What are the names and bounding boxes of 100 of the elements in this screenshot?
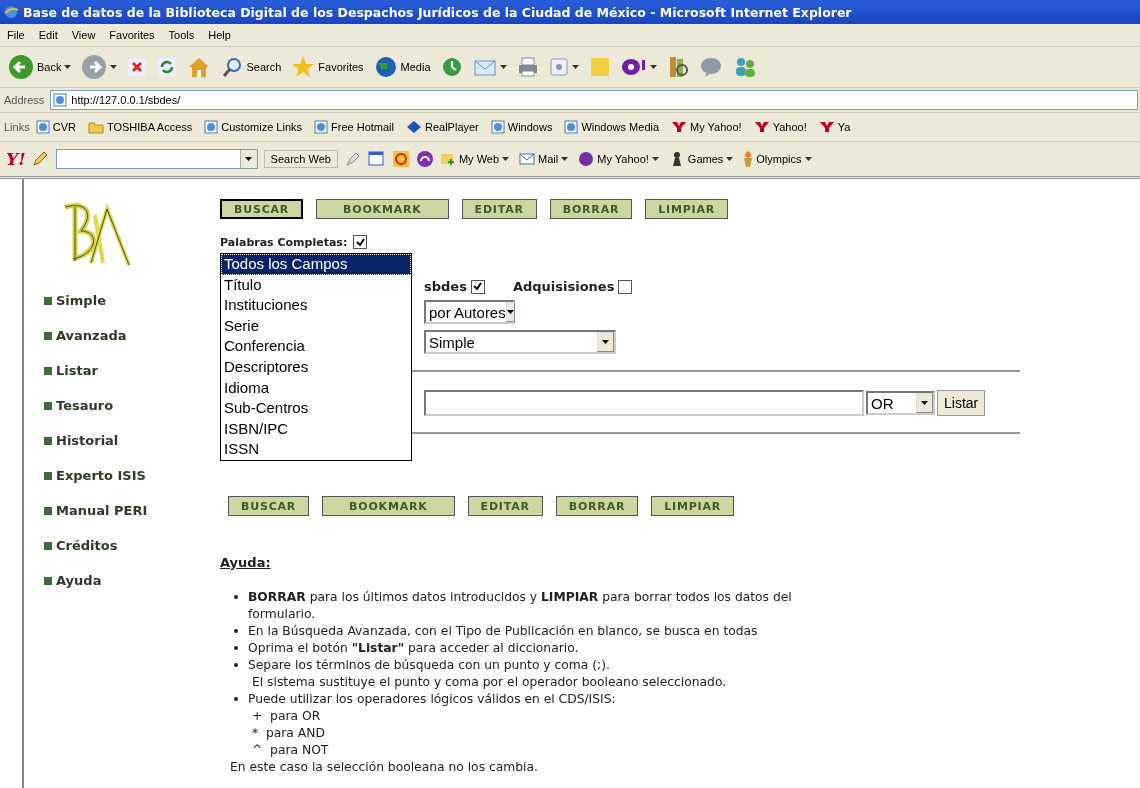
- link[interactable]: Yahoo!: [753, 121, 813, 133]
- form-button[interactable]: BUSCAR: [228, 496, 310, 516]
- toolbar-button[interactable]: Search: [217, 54, 286, 80]
- torch-icon: [743, 151, 754, 167]
- dropdown-option[interactable]: Todos los Campos: [221, 254, 411, 275]
- search-icon: [221, 56, 244, 78]
- bullet-icon: [234, 697, 238, 701]
- link[interactable]: TOSHIBA Access: [87, 120, 199, 134]
- help-text: En la Búsqueda Avanzada, con el Tipo de Publicación en blanco, se busca en todas: [248, 623, 759, 640]
- form-button[interactable]: LIMPIAR: [645, 199, 728, 219]
- page-icon: [564, 120, 579, 134]
- menu-item[interactable]: Tools: [161, 29, 202, 41]
- dropdown-option[interactable]: Conferencia: [221, 336, 411, 357]
- nav-link[interactable]: Créditos: [44, 536, 220, 555]
- dropdown-option[interactable]: Título: [221, 274, 411, 296]
- caret-icon: [804, 157, 812, 161]
- dropdown-option[interactable]: Idioma: [221, 377, 411, 399]
- bullet-icon: [234, 595, 238, 599]
- help-text: El sistema sustituye el punto y coma por el operador booleano seleccionado.: [251, 674, 728, 691]
- clock-icon: [440, 56, 463, 78]
- dropdown-option[interactable]: ISSN: [221, 439, 411, 460]
- form-button[interactable]: BORRAR: [549, 199, 633, 219]
- caret-icon: [502, 157, 510, 161]
- link[interactable]: RealPlayer: [406, 120, 485, 134]
- help-text: En este caso la selección booleana no los cambia.: [230, 759, 539, 776]
- link[interactable]: Customize Links: [204, 120, 308, 134]
- link[interactable]: My Yahoo!: [671, 121, 748, 133]
- field-dropdown-list[interactable]: Todos los Campos Título Instituciones Serie Conferencia Descriptores Idioma Sub-Centros ISBN/IPC ISSN: [220, 253, 412, 461]
- dropdown-option[interactable]: Serie: [221, 315, 411, 337]
- link[interactable]: Windows Media: [564, 120, 666, 134]
- toolbar-button[interactable]: Back: [4, 52, 76, 82]
- highlighter-icon[interactable]: [343, 150, 362, 168]
- form-button[interactable]: BOOKMARK: [316, 199, 449, 219]
- toolbar-link[interactable]: My Web: [439, 152, 514, 166]
- link[interactable]: Ya: [818, 121, 857, 133]
- headphones-icon[interactable]: [415, 150, 434, 168]
- address-field[interactable]: http://127.0.0.1/sbdes/: [50, 90, 1138, 110]
- nav-link[interactable]: Manual PERI: [44, 501, 220, 520]
- nav-link[interactable]: Historial: [44, 431, 220, 450]
- toolbar-link[interactable]: Games: [668, 151, 738, 167]
- dropdown-option[interactable]: Descriptores: [221, 356, 411, 378]
- toolbar-link[interactable]: My Yahoo!: [578, 151, 663, 167]
- menu-item[interactable]: View: [64, 29, 103, 41]
- links-label: Links: [4, 121, 30, 133]
- pencil-icon[interactable]: [31, 151, 50, 167]
- form-button[interactable]: EDITAR: [467, 496, 543, 516]
- nav-link[interactable]: Tesauro: [44, 396, 220, 415]
- menu-item[interactable]: Edit: [31, 29, 65, 41]
- nav-link[interactable]: Avanzada: [44, 326, 220, 345]
- checkbox[interactable]: [618, 279, 633, 294]
- menu-item[interactable]: Help: [201, 29, 238, 41]
- form-button[interactable]: BORRAR: [555, 496, 639, 516]
- form-button[interactable]: EDITAR: [461, 199, 537, 219]
- menu-item[interactable]: Favorites: [102, 29, 162, 41]
- option-label: Palabras Completas:: [220, 235, 348, 249]
- checkbox[interactable]: [353, 235, 368, 249]
- toolbar-button[interactable]: Favorites: [287, 53, 368, 81]
- caret-icon: [651, 157, 659, 161]
- help-text: + para OR: [251, 708, 322, 725]
- toolbar-link[interactable]: Mail: [519, 153, 573, 165]
- order-select[interactable]: por Autores: [424, 300, 515, 324]
- circle-icon: [578, 151, 595, 167]
- envelope-icon: [519, 153, 536, 165]
- search-term-field[interactable]: [424, 390, 864, 416]
- listar-button[interactable]: Listar: [937, 390, 986, 416]
- form-button[interactable]: BUSCAR: [220, 199, 304, 219]
- operator-select[interactable]: OR: [866, 391, 935, 415]
- yahoo-logo[interactable]: Y!: [6, 149, 26, 169]
- dropdown-option[interactable]: ISBN/IPC: [221, 418, 411, 440]
- dropdown-option[interactable]: Instituciones: [221, 295, 411, 316]
- folder-plus-icon: [439, 152, 456, 166]
- window-icon[interactable]: [367, 150, 386, 168]
- speech-bubble-icon: [698, 56, 723, 78]
- help-text: BORRAR para los últimos datos introducidos y LIMPIAR para borrar todos los datos del formulario.: [248, 589, 793, 623]
- caret-icon: [921, 401, 928, 405]
- link[interactable]: Windows: [490, 120, 559, 134]
- logo-icon: [671, 121, 688, 133]
- checkbox[interactable]: [470, 279, 485, 294]
- form-button[interactable]: BOOKMARK: [322, 496, 455, 516]
- form-button[interactable]: LIMPIAR: [651, 496, 734, 516]
- search-web-button[interactable]: Search Web: [263, 150, 338, 168]
- link[interactable]: Free Hotmail: [314, 120, 400, 134]
- toolbar-link[interactable]: Olympics: [743, 151, 816, 167]
- menu-item[interactable]: File: [0, 29, 32, 41]
- database-label: Adquisisiones: [512, 279, 615, 294]
- logo-icon: [753, 121, 770, 133]
- search-field[interactable]: [55, 149, 258, 169]
- caret-icon: [506, 310, 514, 314]
- help-text: ^ para NOT: [251, 742, 330, 759]
- bullet-icon: [234, 646, 238, 650]
- dropdown-option[interactable]: Sub-Centros: [221, 398, 411, 419]
- nav-link[interactable]: Ayuda: [44, 571, 220, 590]
- link[interactable]: CVR: [35, 120, 82, 134]
- crosshair-icon[interactable]: [391, 150, 410, 168]
- toolbar-button[interactable]: Media: [369, 53, 435, 81]
- window-title: Base de datos de la Biblioteca Digital de los Despachos Jurídicos de la Ciudad de México - Microsoft Internet Explorer: [23, 4, 852, 20]
- nav-link[interactable]: Simple: [44, 291, 220, 310]
- type-select[interactable]: Simple: [424, 330, 616, 354]
- nav-link[interactable]: Listar: [44, 361, 220, 380]
- nav-link[interactable]: Experto ISIS: [44, 466, 220, 485]
